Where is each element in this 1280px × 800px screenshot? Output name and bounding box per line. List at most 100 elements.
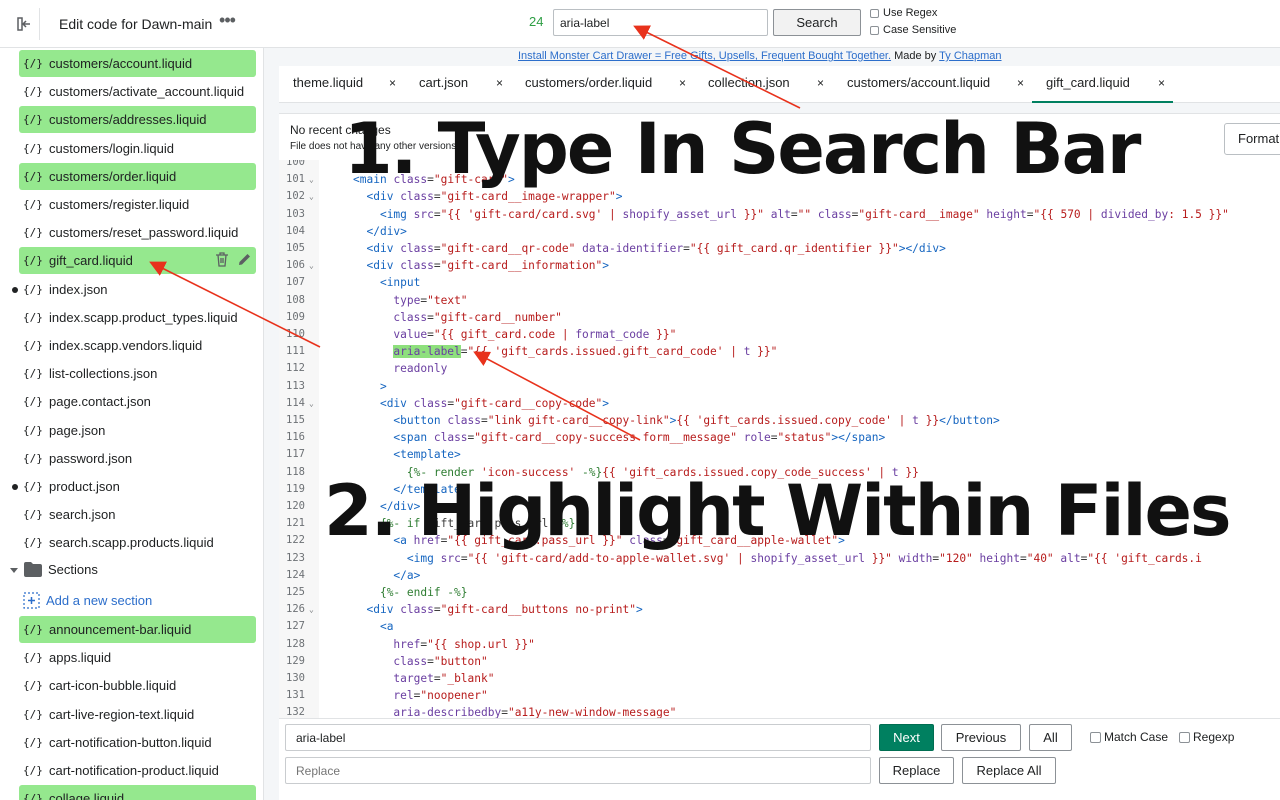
case-sensitive-checkbox[interactable] <box>870 25 879 35</box>
code-line: 105 <div class="gift-card__qr-code" data… <box>279 240 1280 257</box>
sidebar-file-item[interactable]: {/} index.scapp.vendors.liquid <box>19 332 256 359</box>
sidebar-file-item[interactable]: {/} customers/addresses.liquid <box>19 106 256 134</box>
sidebar-file-item[interactable]: {/} index.json <box>19 276 256 303</box>
add-section-link[interactable]: Add a new section <box>23 592 152 609</box>
fold-chevron-icon[interactable]: ⌄ <box>309 395 314 412</box>
previous-button[interactable]: Previous <box>941 724 1021 751</box>
use-regex-checkbox[interactable] <box>870 8 879 18</box>
format-button[interactable]: Format <box>1224 123 1280 155</box>
sidebar-file-item[interactable]: {/} gift_card.liquid <box>19 247 256 275</box>
sidebar-section-file-item[interactable]: {/} apps.liquid <box>19 644 256 671</box>
fold-chevron-icon[interactable]: ⌄ <box>309 257 314 274</box>
line-number: 114 <box>286 396 305 409</box>
promo-link[interactable]: Install Monster Cart Drawer = Free Gifts… <box>518 50 891 62</box>
sidebar-file-item[interactable]: {/} page.contact.json <box>19 388 256 415</box>
sidebar-section-file-item[interactable]: {/} cart-notification-product.liquid <box>19 757 256 784</box>
regexp-option[interactable]: Regexp <box>1179 730 1234 744</box>
edit-pencil-icon[interactable] <box>237 252 252 267</box>
code-line: 104 </div> <box>279 223 1280 240</box>
trash-icon[interactable] <box>215 252 229 268</box>
exit-button[interactable] <box>8 8 40 40</box>
sidebar-file-item[interactable]: {/} page.json <box>19 417 256 444</box>
sidebar-file-item[interactable]: {/} search.scapp.products.liquid <box>19 529 256 556</box>
caret-down-icon <box>10 567 18 573</box>
file-name: index.json <box>49 281 108 297</box>
code-line: 113 > <box>279 378 1280 395</box>
tab-close-icon[interactable]: × <box>496 66 503 103</box>
more-actions-button[interactable]: ••• <box>214 10 240 36</box>
tab-close-icon[interactable]: × <box>817 66 824 103</box>
sidebar-section-file-item[interactable]: {/} cart-live-region-text.liquid <box>19 701 256 728</box>
line-number: 100 <box>286 160 305 168</box>
line-number: 104 <box>286 224 305 237</box>
file-code-icon: {/} <box>23 254 43 268</box>
sections-folder[interactable]: Sections <box>10 562 98 577</box>
tab-file[interactable]: customers/order.liquid <box>525 66 652 103</box>
page-title: Edit code for Dawn-main <box>59 16 213 32</box>
sidebar-file-item[interactable]: {/} customers/register.liquid <box>19 191 256 218</box>
replace-button[interactable]: Replace <box>879 757 954 784</box>
use-regex-label: Use Regex <box>883 7 938 19</box>
sidebar-file-item[interactable]: {/} customers/account.liquid <box>19 50 256 77</box>
sidebar-section-file-item[interactable]: {/} cart-notification-button.liquid <box>19 729 256 756</box>
tab-file[interactable]: collection.json <box>708 66 790 103</box>
line-number: 129 <box>286 654 305 667</box>
file-name: customers/addresses.liquid <box>49 112 207 128</box>
add-file-icon <box>23 592 40 609</box>
code-line: 114 ⌄ <div class="gift-card__copy-code"> <box>279 395 1280 412</box>
line-number: 106 <box>286 259 305 272</box>
code-line: 124 </a> <box>279 567 1280 584</box>
code-area[interactable]: 100 101 ⌄ <main class="gift-card"> 102 ⌄ <div… <box>279 160 1280 718</box>
sidebar-file-item[interactable]: {/} customers/activate_account.liquid <box>19 78 256 105</box>
tab-close-icon[interactable]: × <box>1158 66 1165 103</box>
tab-file[interactable]: customers/account.liquid <box>847 66 990 103</box>
sidebar-file-item[interactable]: {/} index.scapp.product_types.liquid <box>19 304 256 331</box>
tab-close-icon[interactable]: × <box>1017 66 1024 103</box>
all-button[interactable]: All <box>1029 724 1072 751</box>
sidebar-file-item[interactable]: {/} customers/reset_password.liquid <box>19 219 256 246</box>
tab-file[interactable]: gift_card.liquid <box>1032 66 1173 103</box>
code-line: 102 ⌄ <div class="gift-card__image-wrappe… <box>279 188 1280 205</box>
sidebar-file-item[interactable]: {/} search.json <box>19 501 256 528</box>
tab-close-icon[interactable]: × <box>679 66 686 103</box>
code-text: type="text" <box>393 293 468 307</box>
replace-all-button[interactable]: Replace All <box>962 757 1056 784</box>
line-number: 117 <box>286 448 305 461</box>
fold-chevron-icon[interactable]: ⌄ <box>309 171 314 188</box>
sidebar-section-file-item[interactable]: {/} cart-icon-bubble.liquid <box>19 672 256 699</box>
regexp-checkbox[interactable] <box>1179 731 1190 743</box>
code-line: 109 class="gift-card__number" <box>279 309 1280 326</box>
use-regex-option[interactable]: Use Regex <box>870 7 937 19</box>
sidebar-file-item[interactable]: {/} customers/login.liquid <box>19 135 256 162</box>
replace-input[interactable] <box>285 757 871 784</box>
code-line: 111 aria-label="{{ 'gift_cards.issued.gi… <box>279 343 1280 360</box>
tab-file[interactable]: cart.json <box>419 66 468 103</box>
search-input[interactable] <box>553 9 768 36</box>
code-line: 116 <span class="gift-card__copy-success… <box>279 429 1280 446</box>
file-name: search.json <box>49 507 116 523</box>
promo-author-link[interactable]: Ty Chapman <box>939 50 1001 62</box>
file-code-icon: {/} <box>23 169 43 183</box>
sidebar-section-file-item[interactable]: {/} announcement-bar.liquid <box>19 616 256 643</box>
code-line: 130 target="_blank" <box>279 670 1280 687</box>
fold-chevron-icon[interactable]: ⌄ <box>309 601 314 618</box>
sidebar-file-item[interactable]: {/} list-collections.json <box>19 360 256 387</box>
sidebar-file-item[interactable]: {/} customers/order.liquid <box>19 162 256 190</box>
file-code-icon: {/} <box>23 508 43 522</box>
code-text: value="{{ gift_card.code | format_code }… <box>393 328 677 341</box>
search-button[interactable]: Search <box>773 9 861 36</box>
code-line: 127 <a <box>279 618 1280 635</box>
sidebar-section-file-item[interactable]: {/} collage.liquid <box>19 785 256 800</box>
sidebar-file-item[interactable]: {/} product.json <box>19 473 256 500</box>
sidebar-file-item[interactable]: {/} password.json <box>19 445 256 472</box>
fold-chevron-icon[interactable]: ⌄ <box>309 188 314 205</box>
case-sensitive-option[interactable]: Case Sensitive <box>870 24 956 36</box>
file-name: customers/register.liquid <box>49 197 190 212</box>
tab-close-icon[interactable]: × <box>389 66 396 103</box>
next-button[interactable]: Next <box>879 724 934 751</box>
file-code-icon: {/} <box>23 707 43 721</box>
tab-file[interactable]: theme.liquid <box>293 66 363 103</box>
match-case-option[interactable]: Match Case <box>1090 730 1168 744</box>
match-case-checkbox[interactable] <box>1090 731 1101 743</box>
find-input[interactable] <box>285 724 871 751</box>
